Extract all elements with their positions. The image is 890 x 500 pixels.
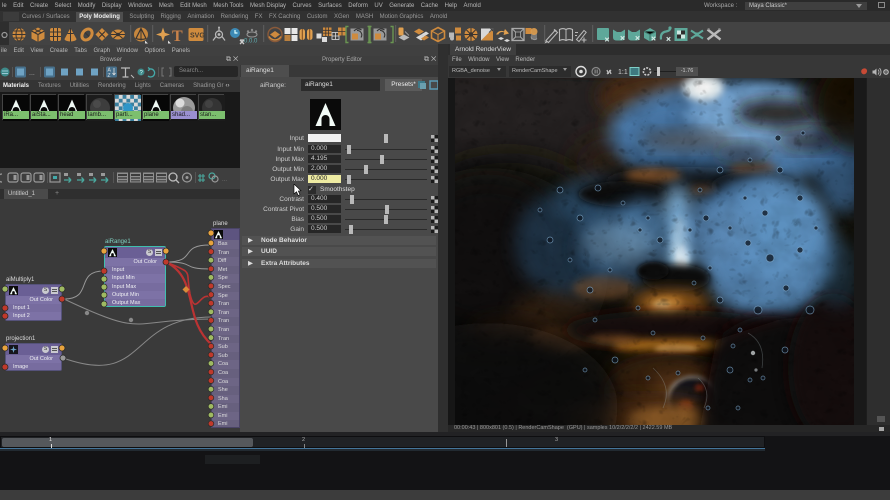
svg-text:SVG: SVG bbox=[190, 32, 205, 39]
svg-text:T: T bbox=[172, 28, 183, 45]
svg-text:0.0.0: 0.0.0 bbox=[244, 39, 258, 45]
svg-text:1:1: 1:1 bbox=[618, 69, 628, 76]
svg-text:...: ... bbox=[29, 70, 35, 77]
svg-text:...: ... bbox=[222, 177, 227, 183]
svg-text:Z: Z bbox=[108, 73, 111, 79]
